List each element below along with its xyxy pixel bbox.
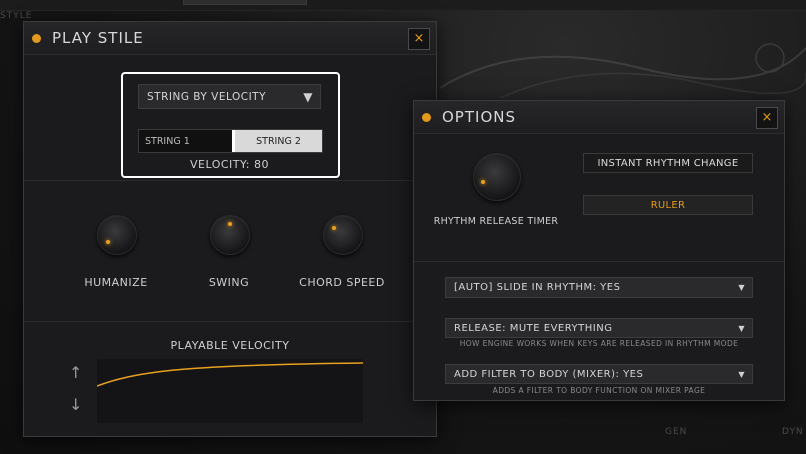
play-stile-panel: PLAY STILE × STRING BY VELOCITY ▼ STRING… — [23, 21, 437, 437]
release-value: RELEASE: MUTE EVERYTHING — [454, 322, 613, 334]
release-dropdown[interactable]: RELEASE: MUTE EVERYTHING ▼ — [445, 318, 753, 338]
swing-knob[interactable] — [210, 215, 250, 255]
status-dot-icon — [32, 33, 41, 43]
options-close-button[interactable]: × — [756, 107, 778, 129]
rhythm-release-timer-knob[interactable] — [473, 153, 521, 201]
velocity-curve-editor[interactable] — [96, 359, 364, 423]
rhythm-release-timer-label: RHYTHM RELEASE TIMER — [433, 216, 559, 227]
chevron-down-icon: ▼ — [738, 323, 745, 333]
ruler-button[interactable]: RULER — [583, 195, 753, 215]
divider — [414, 261, 784, 262]
background-style-label: STYLE — [0, 11, 33, 21]
string-2-option[interactable]: STRING 2 — [232, 130, 322, 152]
arrow-up-icon[interactable]: ↑ — [69, 363, 82, 382]
humanize-knob[interactable] — [97, 215, 137, 255]
playable-velocity-title: PLAYABLE VELOCITY — [170, 339, 290, 352]
string-mode-dropdown[interactable]: STRING BY VELOCITY ▼ — [138, 84, 321, 109]
options-title: OPTIONS — [442, 108, 516, 126]
arrow-down-icon[interactable]: ↓ — [69, 395, 82, 414]
chevron-down-icon: ▼ — [738, 369, 745, 379]
knob-indicator-icon — [481, 180, 485, 184]
play-stile-title: PLAY STILE — [52, 29, 144, 47]
options-header: OPTIONS × — [414, 101, 784, 134]
knob-indicator-icon — [332, 226, 336, 230]
top-strip — [0, 0, 806, 11]
chord-speed-label: CHORD SPEED — [299, 276, 385, 289]
ornament-decoration — [440, 43, 806, 99]
instant-rhythm-change-button[interactable]: INSTANT RHYTHM CHANGE — [583, 153, 753, 173]
background-dyn-label: DYN — [782, 427, 804, 437]
chevron-down-icon: ▼ — [303, 89, 313, 104]
divider — [24, 321, 436, 322]
knob-indicator-icon — [106, 240, 110, 244]
background-gen-label: GEN — [665, 427, 688, 437]
release-description: HOW ENGINE WORKS WHEN KEYS ARE RELEASED … — [459, 339, 739, 348]
chord-speed-knob[interactable] — [323, 215, 363, 255]
string-toggle: STRING 1 STRING 2 — [138, 129, 323, 153]
slide-in-rhythm-dropdown[interactable]: [AUTO] SLIDE IN RHYTHM: YES ▼ — [445, 277, 753, 298]
swing-label: SWING — [208, 276, 250, 289]
humanize-label: HUMANIZE — [84, 276, 148, 289]
knob-indicator-icon — [228, 222, 232, 226]
options-panel: OPTIONS × RHYTHM RELEASE TIMER INSTANT R… — [413, 100, 785, 401]
string-1-option[interactable]: STRING 1 — [139, 130, 232, 152]
play-stile-close-button[interactable]: × — [408, 28, 430, 50]
velocity-curve — [96, 362, 364, 387]
chevron-down-icon: ▼ — [738, 283, 745, 292]
play-stile-header: PLAY STILE × — [24, 22, 436, 55]
slide-in-rhythm-value: [AUTO] SLIDE IN RHYTHM: YES — [454, 282, 621, 293]
divider — [24, 180, 436, 181]
string-mode-value: STRING BY VELOCITY — [147, 90, 266, 103]
add-filter-dropdown[interactable]: ADD FILTER TO BODY (MIXER): YES ▼ — [445, 364, 753, 384]
add-filter-description: ADDS A FILTER TO BODY FUNCTION ON MIXER … — [492, 386, 706, 395]
velocity-readout: VELOCITY: 80 — [190, 158, 269, 171]
background-tab — [183, 0, 307, 5]
status-dot-icon — [422, 112, 431, 122]
add-filter-value: ADD FILTER TO BODY (MIXER): YES — [454, 368, 644, 380]
